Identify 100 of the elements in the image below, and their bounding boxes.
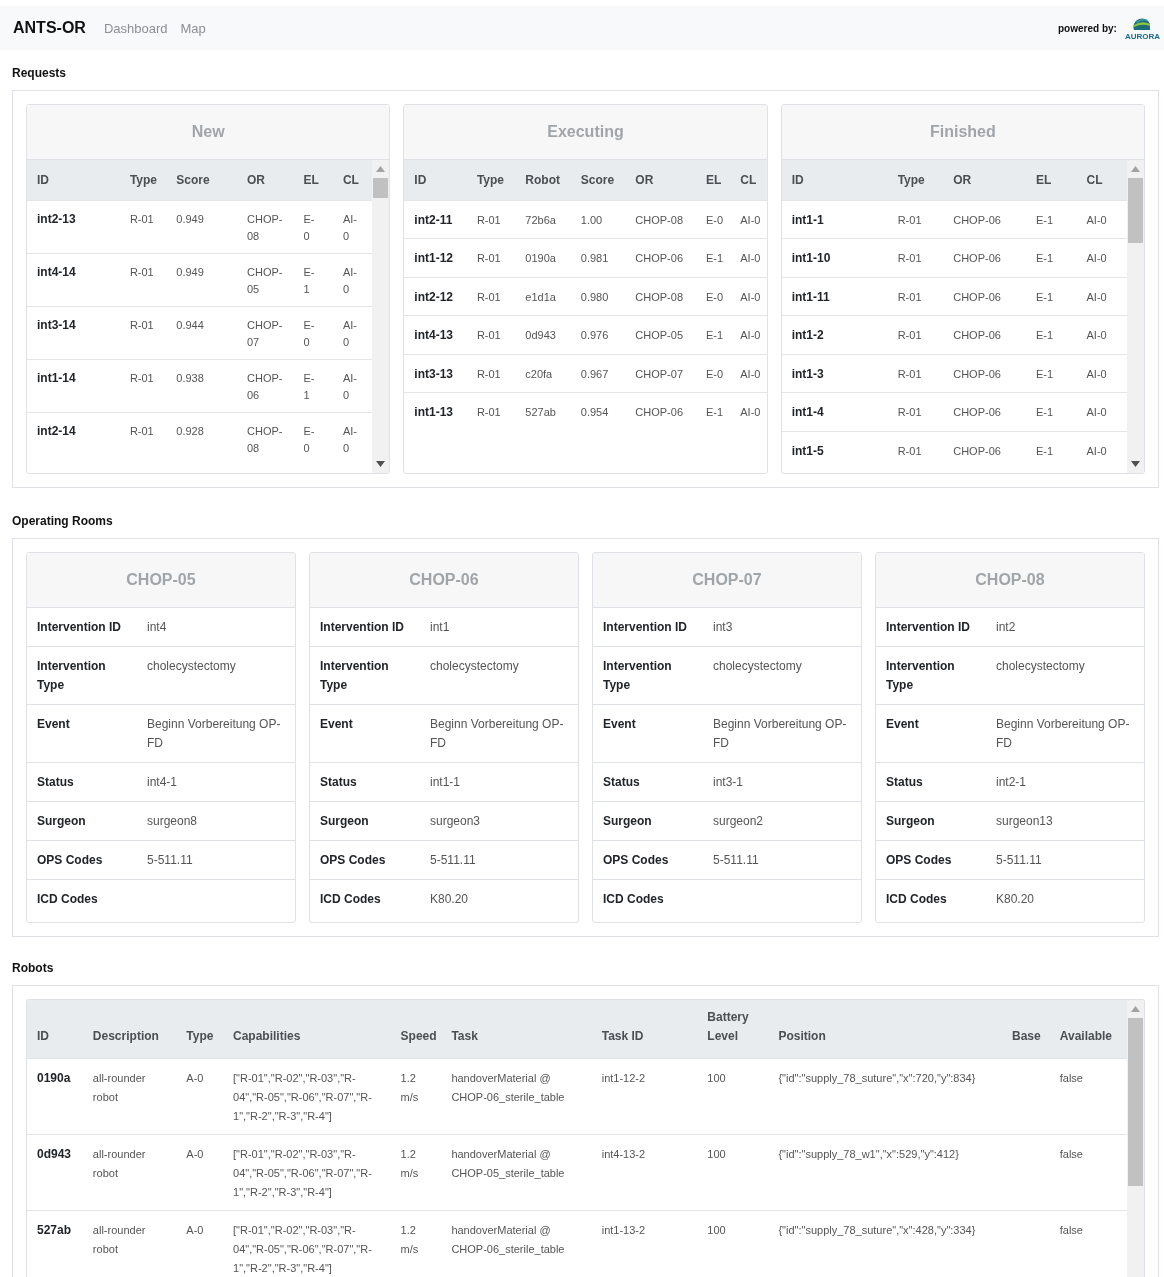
scroll-up-icon[interactable] — [376, 166, 386, 172]
field-label: OPS Codes — [320, 852, 387, 869]
table-cell: E-1 — [1036, 444, 1054, 457]
scrollbar[interactable] — [1127, 160, 1144, 473]
table-cell: 100 — [707, 1147, 726, 1160]
table-cell: AI-0 — [1086, 444, 1107, 457]
table-cell: CHOP-05 — [635, 329, 683, 341]
field-value: 5-511.11 — [996, 852, 1043, 869]
card-title: Finished — [781, 105, 1144, 160]
table-cell: CHOP-06 — [953, 444, 1001, 457]
column-header: Type — [176, 1000, 223, 1058]
table-cell: R-01 — [476, 406, 501, 418]
scrollbar[interactable] — [1127, 1000, 1144, 1277]
table-cell: int3-14 — [37, 317, 76, 332]
column-header: EL — [695, 160, 731, 200]
table-cell-text: AI-0 — [342, 317, 357, 350]
field-value: 5-511.11 — [147, 852, 194, 869]
field-label: Intervention ID — [886, 619, 971, 636]
table-cell: 100 — [707, 1071, 726, 1084]
table-cell: 1.2 m/s — [400, 1223, 419, 1255]
table-cell: CHOP-06 — [953, 213, 1001, 226]
table-cell: CHOP-06 — [953, 290, 1001, 303]
scroll-up-icon[interactable] — [1131, 166, 1140, 172]
table-cell: int1-11 — [791, 289, 830, 304]
powered-by-label: powered by: — [1058, 22, 1117, 34]
table-cell: int4-13-2 — [601, 1147, 646, 1160]
field-label: Status — [886, 774, 924, 791]
table-cell: int4-14 — [37, 264, 76, 279]
scroll-down-icon[interactable] — [1131, 461, 1140, 467]
table-cell-text: E-0 — [303, 211, 315, 244]
field-value: surgeon8 — [147, 813, 199, 830]
field-label: ICD Codes — [603, 891, 665, 908]
card-title: Executing — [404, 105, 767, 160]
table-cell: 0.949 — [176, 265, 204, 278]
section-title: Robots — [11, 960, 55, 977]
table-cell: int1-10 — [791, 251, 831, 265]
table-cell: 0.954 — [580, 406, 609, 418]
column-header: Speed — [390, 1000, 442, 1058]
table-cell: handoverMaterial @ CHOP-06_sterile_table — [451, 1223, 565, 1255]
field-label: Surgeon — [603, 813, 653, 830]
table-cell: int2-13 — [37, 211, 76, 226]
table-cell: 0.976 — [580, 329, 609, 341]
scrollbar[interactable] — [372, 160, 390, 473]
table-cell: false — [1059, 1071, 1083, 1084]
scroll-up-icon[interactable] — [1131, 1006, 1140, 1012]
nav-link[interactable]: Dashboard — [103, 20, 168, 36]
column-header: CL — [332, 160, 373, 200]
table-cell: AI-0 — [1086, 290, 1107, 303]
table-cell: int1-3 — [791, 366, 824, 381]
scrollbar-thumb[interactable] — [1128, 178, 1143, 243]
table-cell: int1-13 — [414, 405, 453, 419]
table-cell: ["R-01","R-02","R-03","R-04","R-05","R-06","R-07","R-1","R-2","R-3","R-4"] — [233, 1223, 372, 1274]
table-cell: AI-0 — [740, 406, 761, 418]
column-header: Type — [119, 160, 167, 200]
column-header: Score — [570, 160, 626, 200]
field-value: 5-511.11 — [430, 852, 477, 869]
table-cell-text: CHOP-07 — [247, 317, 283, 350]
scrollbar-thumb[interactable] — [373, 178, 389, 198]
column-header: EL — [293, 160, 333, 200]
table-cell: 100 — [707, 1223, 726, 1236]
scroll-down-icon[interactable] — [376, 461, 386, 467]
table-cell: false — [1059, 1147, 1083, 1160]
field-label: Surgeon — [320, 813, 370, 830]
table-cell: e1d1a — [525, 290, 556, 303]
scrollbar-thumb[interactable] — [1128, 1018, 1143, 1186]
column-header: Available — [1049, 1000, 1127, 1058]
field-value: int2-1 — [996, 774, 1028, 791]
table-cell: all-rounder robot — [92, 1223, 146, 1255]
table-cell-text: CHOP-06 — [247, 370, 283, 403]
field-label: Event — [320, 716, 354, 733]
table-cell: 1.00 — [580, 213, 603, 226]
table-cell: 72b6a — [525, 213, 556, 226]
table-cell: {"id":"supply_78_suture","x":428,"y":334} — [778, 1223, 976, 1236]
table-cell: int1-4 — [791, 405, 824, 419]
nav-link[interactable]: Map — [180, 20, 206, 36]
field-label: Surgeon — [886, 813, 936, 830]
field-value: K80.20 — [996, 891, 1036, 908]
card-title: CHOP-05 — [27, 553, 295, 608]
field-label: Status — [37, 774, 75, 791]
table-cell: E-1 — [1036, 367, 1054, 380]
table-cell-text: E-1 — [303, 370, 315, 403]
card-title: New — [27, 105, 390, 160]
field-label: OPS Codes — [603, 852, 670, 869]
table-cell: R-01 — [129, 371, 154, 384]
card-title: CHOP-06 — [310, 553, 578, 608]
table-cell: handoverMaterial @ CHOP-06_sterile_table — [451, 1071, 565, 1103]
table-cell: int1-12-2 — [601, 1071, 646, 1084]
field-value: 5-511.11 — [713, 852, 760, 869]
field-label: ICD Codes — [37, 891, 99, 908]
table-cell: E-1 — [705, 329, 724, 341]
column-header: Capabilities — [223, 1000, 391, 1058]
brand-title[interactable]: ANTS-OR — [13, 19, 86, 37]
column-header: Task — [441, 1000, 592, 1058]
section-title: Operating Rooms — [11, 513, 114, 530]
column-header: Type — [466, 160, 516, 200]
table-cell: E-1 — [1036, 406, 1054, 418]
field-value: int1-1 — [430, 774, 462, 791]
table-cell: AI-0 — [1086, 329, 1107, 341]
table-cell: AI-0 — [740, 290, 761, 303]
table-cell: A-0 — [186, 1223, 204, 1236]
